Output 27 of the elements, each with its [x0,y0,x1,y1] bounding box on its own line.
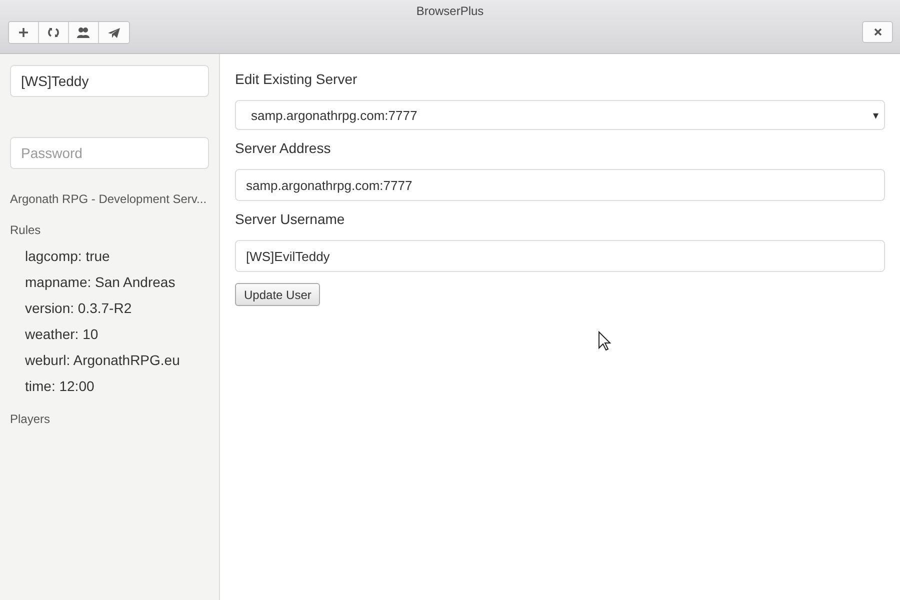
field-label: Server Address [235,140,332,156]
server-username-field[interactable]: [WS]EvilTeddy [235,240,885,272]
add-button[interactable] [9,22,39,43]
password-field[interactable]: Password [10,137,209,169]
rule-item: version: 0.3.7-R2 [25,299,133,317]
server-name: Argonath RPG - Development Serv... [10,192,208,206]
users-icon [77,27,90,38]
rule-item: lagcomp: true [25,247,111,265]
field-label: Edit Existing Server [235,71,358,87]
update-user-button[interactable]: Update User [235,283,320,306]
address-field[interactable]: samp.argonathrpg.com:7777 [235,169,885,201]
rule-item: time: 12:00 [25,377,96,395]
players-heading: Players [10,412,52,426]
rule-item: mapname: San Andreas [25,273,176,291]
close-icon [874,28,882,36]
window-title: BrowserPlus [415,3,485,20]
rule-item: weather: 10 [25,325,100,343]
rule-item: weburl: ArgonathRPG.eu [25,351,181,369]
send-icon [108,28,120,38]
refresh-icon [48,27,59,38]
field-label: Server Username [235,211,346,227]
username-field[interactable]: [WS]Teddy [10,65,209,97]
server-select[interactable]: samp.argonathrpg.com:7777 ▾ [235,100,885,130]
close-button[interactable] [862,21,893,43]
rules-heading: Rules [10,223,42,237]
cursor-icon [598,331,611,351]
plus-icon [19,28,28,37]
